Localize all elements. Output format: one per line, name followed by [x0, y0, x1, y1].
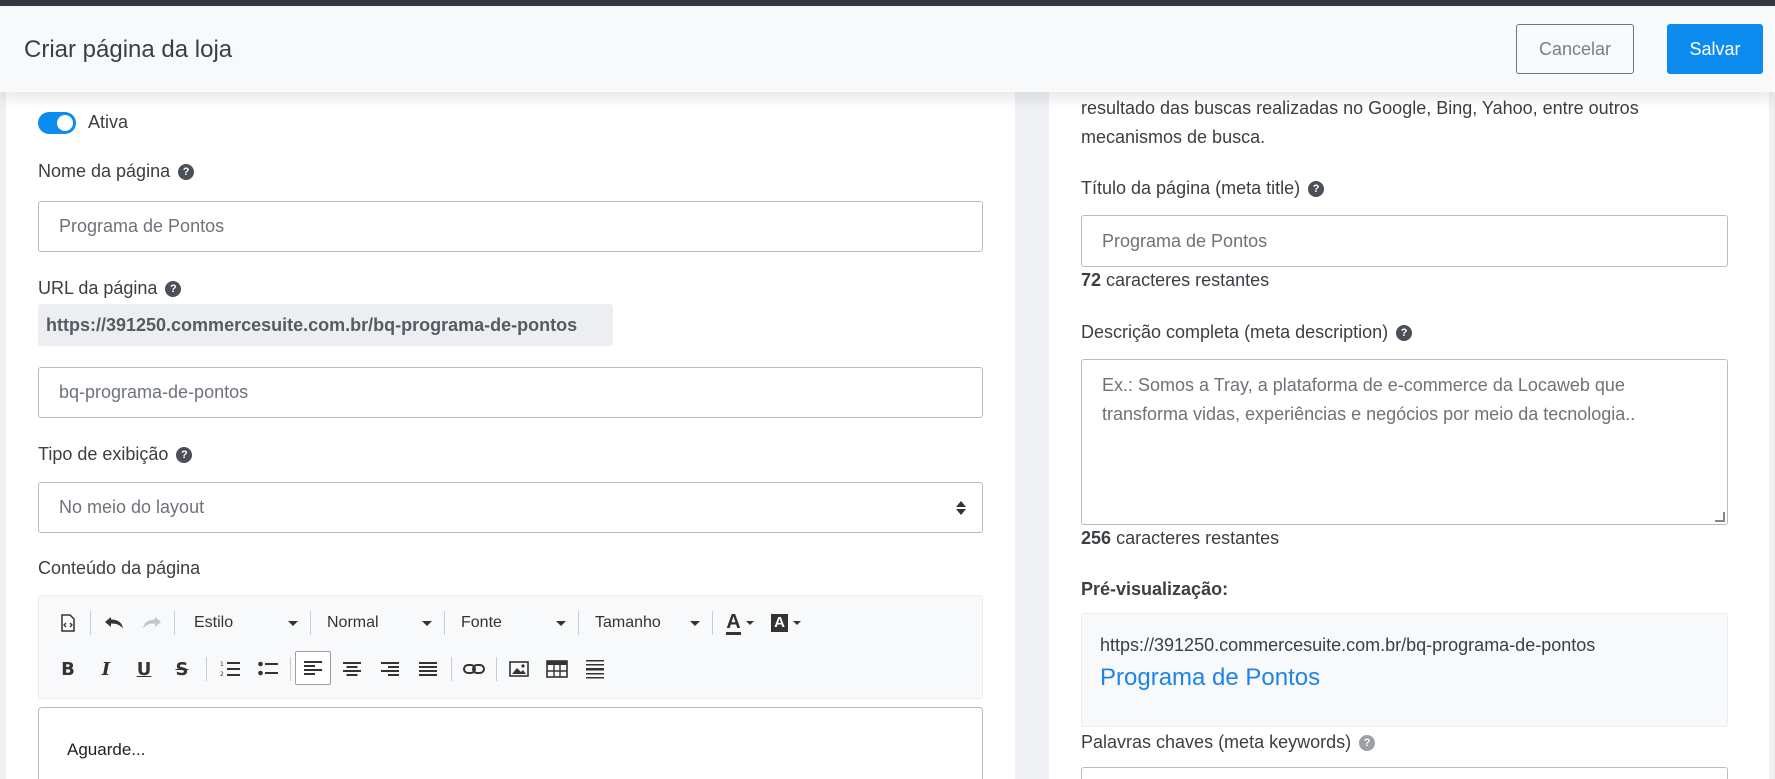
toggle-knob — [57, 115, 73, 131]
meta-title-counter: 72 caracteres restantes — [1081, 266, 1269, 295]
bullet-list-icon[interactable] — [252, 653, 284, 685]
chevron-down-icon — [288, 621, 298, 626]
display-type-value: No meio do layout — [59, 497, 205, 517]
bg-color-icon: A — [771, 614, 788, 632]
seo-intro-line2: mecanismos de busca. — [1081, 127, 1266, 147]
meta-title-label: Título da página (meta title)? — [1081, 178, 1325, 199]
preview-title: Programa de Pontos — [1100, 664, 1321, 691]
svg-text:2: 2 — [220, 671, 224, 678]
align-center-icon[interactable] — [336, 653, 368, 685]
style-dropdown-label: Estilo — [194, 614, 234, 631]
meta-description-remaining-text: caracteres restantes — [1116, 528, 1280, 548]
meta-description-label: Descrição completa (meta description)? — [1081, 322, 1413, 343]
meta-keywords-label-text: Palavras chaves (meta keywords) — [1081, 732, 1352, 752]
numbered-list-icon[interactable]: 12 — [214, 653, 246, 685]
display-type-label: Tipo de exibição? — [38, 444, 193, 465]
meta-title-remaining-count: 72 — [1081, 270, 1102, 290]
chevron-down-icon — [792, 621, 801, 625]
help-icon[interactable]: ? — [1308, 181, 1325, 197]
align-justify-icon[interactable] — [412, 653, 444, 685]
format-dropdown-label: Normal — [327, 614, 379, 631]
text-color-button[interactable]: A — [722, 607, 758, 639]
italic-button[interactable]: I — [90, 653, 122, 685]
meta-description-remaining-count: 256 — [1081, 528, 1112, 548]
help-icon[interactable]: ? — [176, 447, 193, 463]
style-dropdown[interactable]: Estilo — [194, 607, 298, 639]
help-icon[interactable]: ? — [1359, 735, 1376, 751]
meta-title-remaining-text: caracteres restantes — [1106, 270, 1270, 290]
search-preview: https://391250.commercesuite.com.br/bq-p… — [1081, 613, 1728, 727]
page-url-label-text: URL da página — [38, 278, 158, 298]
preview-url: https://391250.commercesuite.com.br/bq-p… — [1100, 635, 1596, 655]
underline-button[interactable]: U — [128, 653, 160, 685]
link-icon[interactable] — [458, 653, 490, 685]
font-dropdown[interactable]: Fonte — [461, 607, 566, 639]
page-name-input[interactable]: Programa de Pontos — [38, 201, 983, 252]
text-color-icon: A — [726, 610, 741, 635]
meta-keywords-label: Palavras chaves (meta keywords)? — [1081, 732, 1376, 753]
select-arrows-icon — [956, 500, 966, 515]
format-dropdown[interactable]: Normal — [327, 607, 432, 639]
meta-description-placeholder-line2: transforma vidas, experiências e negócio… — [1102, 404, 1636, 424]
redo-icon[interactable] — [136, 607, 168, 639]
display-type-select[interactable]: No meio do layout — [38, 482, 983, 533]
bold-button[interactable]: B — [52, 653, 84, 685]
svg-text:1: 1 — [220, 661, 224, 668]
strikethrough-button[interactable]: S — [166, 653, 198, 685]
preview-label: Pré-visualização: — [1081, 579, 1229, 599]
page-header: Criar página da loja Cancelar Salvar — [0, 6, 1775, 92]
align-right-icon[interactable] — [374, 653, 406, 685]
meta-title-input[interactable]: Programa de Pontos — [1081, 215, 1728, 267]
resize-handle-icon[interactable] — [1715, 512, 1725, 522]
page-title: Criar página da loja — [24, 36, 233, 63]
chevron-down-icon — [745, 621, 754, 625]
chevron-down-icon — [690, 621, 700, 626]
page-url-label: URL da página? — [38, 278, 182, 299]
meta-description-counter: 256 caracteres restantes — [1081, 524, 1279, 553]
page-url-display: https://391250.commercesuite.com.br/bq-p… — [38, 304, 613, 346]
meta-description-label-text: Descrição completa (meta description) — [1081, 322, 1389, 342]
chevron-down-icon — [556, 621, 566, 626]
bg-color-button[interactable]: A — [766, 607, 806, 639]
font-dropdown-label: Fonte — [461, 614, 502, 631]
page-name-label: Nome da página? — [38, 161, 195, 182]
save-button[interactable]: Salvar — [1667, 24, 1763, 74]
meta-keywords-input[interactable] — [1081, 767, 1728, 779]
undo-icon[interactable] — [98, 607, 130, 639]
table-icon[interactable] — [541, 653, 573, 685]
active-label: Ativa — [88, 112, 129, 132]
page-slug-input[interactable]: bq-programa-de-pontos — [38, 367, 983, 418]
display-type-label-text: Tipo de exibição — [38, 444, 169, 464]
meta-description-textarea[interactable]: Ex.: Somos a Tray, a plataforma de e-com… — [1081, 359, 1728, 525]
cancel-button[interactable]: Cancelar — [1516, 24, 1634, 74]
help-icon[interactable]: ? — [1396, 325, 1413, 341]
size-dropdown[interactable]: Tamanho — [595, 607, 700, 639]
horizontal-rule-icon[interactable] — [579, 653, 611, 685]
content-editor[interactable]: Aguarde... — [38, 707, 983, 779]
active-toggle[interactable] — [38, 112, 76, 134]
chevron-down-icon — [422, 621, 432, 626]
meta-title-label-text: Título da página (meta title) — [1081, 178, 1301, 198]
image-icon[interactable] — [503, 653, 535, 685]
seo-intro-line1: resultado das buscas realizadas no Googl… — [1081, 98, 1639, 118]
page-name-label-text: Nome da página — [38, 161, 171, 181]
align-left-icon[interactable] — [295, 651, 331, 685]
editor-loading-text: Aguarde... — [67, 740, 146, 759]
size-dropdown-label: Tamanho — [595, 614, 661, 631]
help-icon[interactable]: ? — [178, 164, 195, 180]
help-icon[interactable]: ? — [165, 281, 182, 297]
source-code-icon[interactable] — [52, 607, 84, 639]
meta-description-placeholder-line1: Ex.: Somos a Tray, a plataforma de e-com… — [1102, 375, 1625, 395]
content-label: Conteúdo da página — [38, 558, 201, 578]
